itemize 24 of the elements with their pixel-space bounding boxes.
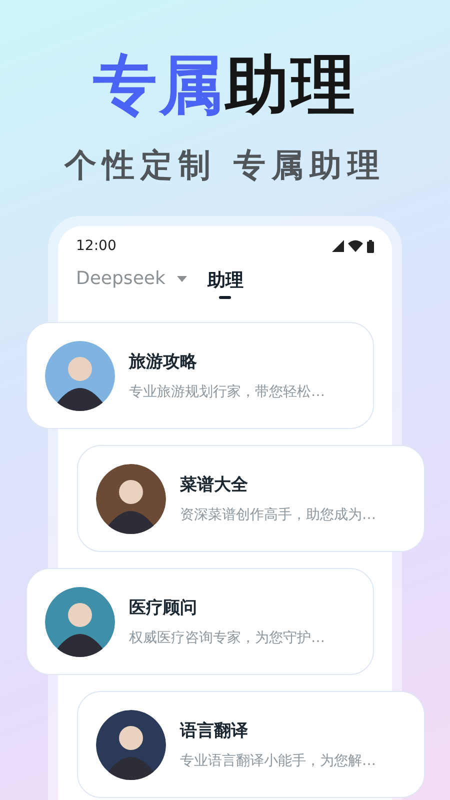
- avatar: [96, 464, 166, 534]
- headline: 专属助理: [93, 48, 357, 125]
- wifi-icon: [348, 240, 363, 252]
- signal-icon: [332, 240, 344, 252]
- subtitle: 个性定制 专属助理: [64, 145, 386, 186]
- assistant-title: 旅游攻略: [129, 351, 198, 373]
- assistant-card[interactable]: 语言翻译 专业语言翻译小能手，为您解…: [77, 691, 425, 798]
- assistant-description: 专业旅游规划行家，带您轻松…: [129, 383, 325, 401]
- assistant-card[interactable]: 医疗顾问 权威医疗咨询专家，为您守护…: [26, 568, 374, 675]
- assistant-title: 语言翻译: [180, 720, 249, 742]
- assistant-card[interactable]: 旅游攻略 专业旅游规划行家，带您轻松…: [26, 322, 374, 429]
- assistant-description: 专业语言翻译小能手，为您解…: [180, 752, 376, 770]
- assistant-description: 资深菜谱创作高手，助您成为…: [180, 506, 376, 524]
- assistant-description: 权威医疗咨询专家，为您守护…: [129, 629, 325, 647]
- assistant-title: 菜谱大全: [180, 474, 249, 496]
- caret-icon: [177, 276, 188, 282]
- avatar: [45, 340, 115, 410]
- assistant-title: 医疗顾问: [129, 597, 198, 619]
- assistant-card[interactable]: 菜谱大全 资深菜谱创作高手，助您成为…: [77, 445, 425, 552]
- battery-icon: [367, 240, 374, 252]
- status-time: 12:00: [76, 238, 116, 254]
- avatar: [96, 710, 166, 780]
- avatar: [45, 586, 115, 656]
- tab[interactable]: 助理: [207, 268, 244, 299]
